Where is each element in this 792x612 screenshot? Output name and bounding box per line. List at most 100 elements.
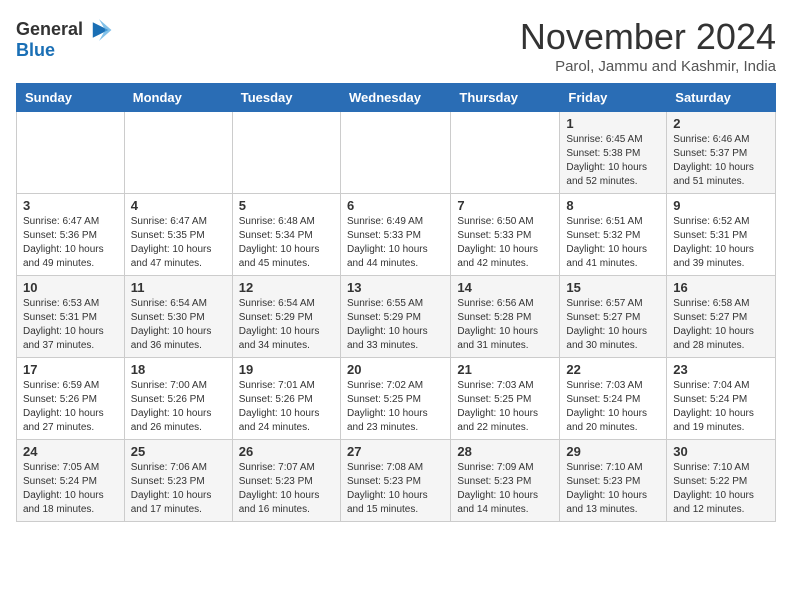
day-info: Sunrise: 6:58 AM Sunset: 5:27 PM Dayligh… <box>673 297 769 353</box>
day-header-monday: Monday <box>124 84 232 112</box>
day-number: 24 <box>23 444 118 459</box>
day-header-friday: Friday <box>560 84 667 112</box>
day-info: Sunrise: 6:47 AM Sunset: 5:35 PM Dayligh… <box>131 215 226 271</box>
calendar-cell: 16 Sunrise: 6:58 AM Sunset: 5:27 PM Dayli… <box>667 276 776 358</box>
calendar-cell: 26Sunrise: 7:07 AM Sunset: 5:23 PM Dayli… <box>232 440 340 522</box>
day-info: Sunrise: 6:54 AM Sunset: 5:30 PM Dayligh… <box>131 297 226 353</box>
calendar-cell: 7Sunrise: 6:50 AM Sunset: 5:33 PM Daylig… <box>451 194 560 276</box>
calendar-cell: 1Sunrise: 6:45 AM Sunset: 5:38 PM Daylig… <box>560 112 667 194</box>
day-number: 29 <box>566 444 660 459</box>
calendar-row: 24 Sunrise: 7:05 AM Sunset: 5:24 PM Dayli… <box>17 440 776 522</box>
calendar-row: 3 Sunrise: 6:47 AM Sunset: 5:36 PM Daylig… <box>17 194 776 276</box>
day-number: 4 <box>131 198 226 213</box>
calendar-cell <box>451 112 560 194</box>
day-info: Sunrise: 6:50 AM Sunset: 5:33 PM Dayligh… <box>457 215 553 271</box>
calendar-cell: 4 Sunrise: 6:47 AM Sunset: 5:35 PM Daylig… <box>124 194 232 276</box>
logo-icon <box>85 16 113 44</box>
day-info: Sunrise: 6:45 AM Sunset: 5:38 PM Dayligh… <box>566 133 660 189</box>
month-title: November 2024 <box>520 16 776 58</box>
day-number: 27 <box>347 444 444 459</box>
calendar-cell: 17 Sunrise: 6:59 AM Sunset: 5:26 PM Dayli… <box>17 358 125 440</box>
day-info: Sunrise: 7:01 AM Sunset: 5:26 PM Dayligh… <box>239 379 334 435</box>
day-number: 11 <box>131 280 226 295</box>
day-info: Sunrise: 6:47 AM Sunset: 5:36 PM Dayligh… <box>23 215 118 271</box>
day-header-saturday: Saturday <box>667 84 776 112</box>
day-number: 22 <box>566 362 660 377</box>
day-number: 3 <box>23 198 118 213</box>
calendar-cell: 2 Sunrise: 6:46 AM Sunset: 5:37 PM Daylig… <box>667 112 776 194</box>
calendar-cell: 20Sunrise: 7:02 AM Sunset: 5:25 PM Dayli… <box>340 358 450 440</box>
day-number: 14 <box>457 280 553 295</box>
calendar-cell: 18 Sunrise: 7:00 AM Sunset: 5:26 PM Dayli… <box>124 358 232 440</box>
day-info: Sunrise: 7:07 AM Sunset: 5:23 PM Dayligh… <box>239 461 334 517</box>
calendar-row: 1Sunrise: 6:45 AM Sunset: 5:38 PM Daylig… <box>17 112 776 194</box>
day-number: 10 <box>23 280 118 295</box>
day-number: 2 <box>673 116 769 131</box>
calendar-cell <box>17 112 125 194</box>
subtitle: Parol, Jammu and Kashmir, India <box>520 58 776 75</box>
day-number: 21 <box>457 362 553 377</box>
day-number: 8 <box>566 198 660 213</box>
calendar-cell: 30Sunrise: 7:10 AM Sunset: 5:22 PM Dayli… <box>667 440 776 522</box>
calendar-cell: 29 Sunrise: 7:10 AM Sunset: 5:23 PM Dayli… <box>560 440 667 522</box>
calendar-cell: 25 Sunrise: 7:06 AM Sunset: 5:23 PM Dayli… <box>124 440 232 522</box>
calendar-row: 17 Sunrise: 6:59 AM Sunset: 5:26 PM Dayli… <box>17 358 776 440</box>
calendar-cell: 3 Sunrise: 6:47 AM Sunset: 5:36 PM Daylig… <box>17 194 125 276</box>
day-number: 28 <box>457 444 553 459</box>
calendar-cell: 12 Sunrise: 6:54 AM Sunset: 5:29 PM Dayli… <box>232 276 340 358</box>
calendar-cell <box>124 112 232 194</box>
day-info: Sunrise: 6:59 AM Sunset: 5:26 PM Dayligh… <box>23 379 118 435</box>
logo-text: General <box>16 20 83 40</box>
day-number: 16 <box>673 280 769 295</box>
day-number: 18 <box>131 362 226 377</box>
calendar-cell: 13Sunrise: 6:55 AM Sunset: 5:29 PM Dayli… <box>340 276 450 358</box>
day-info: Sunrise: 6:51 AM Sunset: 5:32 PM Dayligh… <box>566 215 660 271</box>
day-info: Sunrise: 6:48 AM Sunset: 5:34 PM Dayligh… <box>239 215 334 271</box>
day-number: 13 <box>347 280 444 295</box>
day-number: 20 <box>347 362 444 377</box>
calendar-cell: 19 Sunrise: 7:01 AM Sunset: 5:26 PM Dayli… <box>232 358 340 440</box>
calendar-cell: 21 Sunrise: 7:03 AM Sunset: 5:25 PM Dayli… <box>451 358 560 440</box>
calendar-table: SundayMondayTuesdayWednesdayThursdayFrid… <box>16 83 776 522</box>
day-info: Sunrise: 6:49 AM Sunset: 5:33 PM Dayligh… <box>347 215 444 271</box>
day-number: 25 <box>131 444 226 459</box>
calendar-cell: 6 Sunrise: 6:49 AM Sunset: 5:33 PM Daylig… <box>340 194 450 276</box>
day-info: Sunrise: 6:57 AM Sunset: 5:27 PM Dayligh… <box>566 297 660 353</box>
day-info: Sunrise: 7:03 AM Sunset: 5:25 PM Dayligh… <box>457 379 553 435</box>
day-info: Sunrise: 7:10 AM Sunset: 5:23 PM Dayligh… <box>566 461 660 517</box>
day-number: 30 <box>673 444 769 459</box>
day-number: 19 <box>239 362 334 377</box>
calendar-cell: 24 Sunrise: 7:05 AM Sunset: 5:24 PM Dayli… <box>17 440 125 522</box>
day-number: 17 <box>23 362 118 377</box>
day-info: Sunrise: 6:46 AM Sunset: 5:37 PM Dayligh… <box>673 133 769 189</box>
day-info: Sunrise: 7:09 AM Sunset: 5:23 PM Dayligh… <box>457 461 553 517</box>
day-info: Sunrise: 7:00 AM Sunset: 5:26 PM Dayligh… <box>131 379 226 435</box>
day-header-wednesday: Wednesday <box>340 84 450 112</box>
header-row: SundayMondayTuesdayWednesdayThursdayFrid… <box>17 84 776 112</box>
title-area: November 2024 Parol, Jammu and Kashmir, … <box>520 16 776 75</box>
day-info: Sunrise: 6:53 AM Sunset: 5:31 PM Dayligh… <box>23 297 118 353</box>
day-info: Sunrise: 7:06 AM Sunset: 5:23 PM Dayligh… <box>131 461 226 517</box>
calendar-cell <box>340 112 450 194</box>
day-number: 6 <box>347 198 444 213</box>
logo: General Blue <box>16 16 113 61</box>
day-header-tuesday: Tuesday <box>232 84 340 112</box>
day-number: 12 <box>239 280 334 295</box>
calendar-cell: 23Sunrise: 7:04 AM Sunset: 5:24 PM Dayli… <box>667 358 776 440</box>
day-number: 9 <box>673 198 769 213</box>
calendar-cell: 9 Sunrise: 6:52 AM Sunset: 5:31 PM Daylig… <box>667 194 776 276</box>
calendar-row: 10 Sunrise: 6:53 AM Sunset: 5:31 PM Dayli… <box>17 276 776 358</box>
day-info: Sunrise: 7:03 AM Sunset: 5:24 PM Dayligh… <box>566 379 660 435</box>
calendar-cell <box>232 112 340 194</box>
day-info: Sunrise: 7:05 AM Sunset: 5:24 PM Dayligh… <box>23 461 118 517</box>
calendar-cell: 28 Sunrise: 7:09 AM Sunset: 5:23 PM Dayli… <box>451 440 560 522</box>
day-info: Sunrise: 6:54 AM Sunset: 5:29 PM Dayligh… <box>239 297 334 353</box>
day-number: 5 <box>239 198 334 213</box>
calendar-cell: 5 Sunrise: 6:48 AM Sunset: 5:34 PM Daylig… <box>232 194 340 276</box>
calendar-cell: 11 Sunrise: 6:54 AM Sunset: 5:30 PM Dayli… <box>124 276 232 358</box>
day-header-thursday: Thursday <box>451 84 560 112</box>
header: General Blue November 2024 Parol, Jammu … <box>16 16 776 75</box>
day-info: Sunrise: 7:08 AM Sunset: 5:23 PM Dayligh… <box>347 461 444 517</box>
day-info: Sunrise: 6:52 AM Sunset: 5:31 PM Dayligh… <box>673 215 769 271</box>
calendar-cell: 14Sunrise: 6:56 AM Sunset: 5:28 PM Dayli… <box>451 276 560 358</box>
